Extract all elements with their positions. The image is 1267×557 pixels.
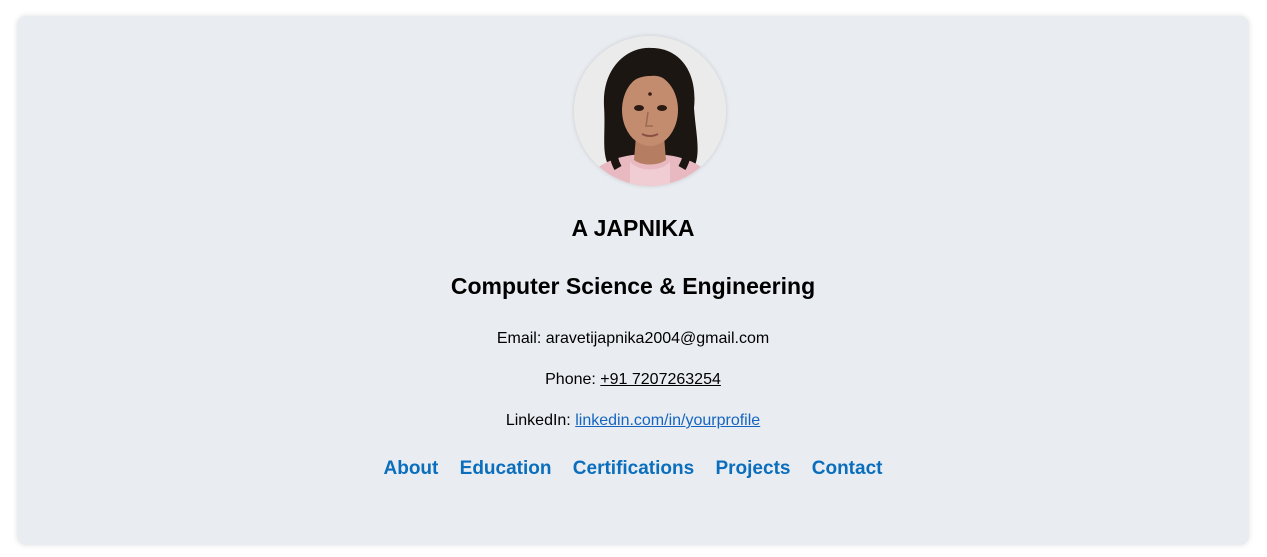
nav-link-certifications[interactable]: Certifications (573, 458, 694, 479)
nav-link-contact[interactable]: Contact (812, 458, 883, 479)
profile-photo-icon (574, 36, 726, 186)
nav-link-about[interactable]: About (384, 458, 439, 479)
linkedin-link[interactable]: linkedin.com/in/yourprofile (575, 412, 760, 429)
email-row: Email: aravetijapnika2004@gmail.com (17, 330, 1249, 348)
email-value: aravetijapnika2004@gmail.com (545, 330, 770, 347)
linkedin-label: LinkedIn: (505, 412, 571, 429)
avatar (574, 36, 726, 186)
phone-label: Phone: (545, 371, 596, 388)
profile-title: Computer Science & Engineering (450, 273, 816, 299)
nav-link-projects[interactable]: Projects (715, 458, 790, 479)
phone-row: Phone: +91 7207263254 (17, 371, 1249, 389)
nav-bar: About Education Certifications Projects … (17, 458, 1249, 480)
linkedin-row: LinkedIn: linkedin.com/in/yourprofile (17, 412, 1249, 430)
email-label: Email: (496, 330, 542, 347)
phone-link[interactable]: +91 7207263254 (600, 371, 721, 388)
profile-name: A JAPNIKA (571, 215, 695, 241)
nav-link-education[interactable]: Education (460, 458, 552, 479)
profile-card: A JAPNIKA Computer Science & Engineering… (17, 16, 1249, 545)
